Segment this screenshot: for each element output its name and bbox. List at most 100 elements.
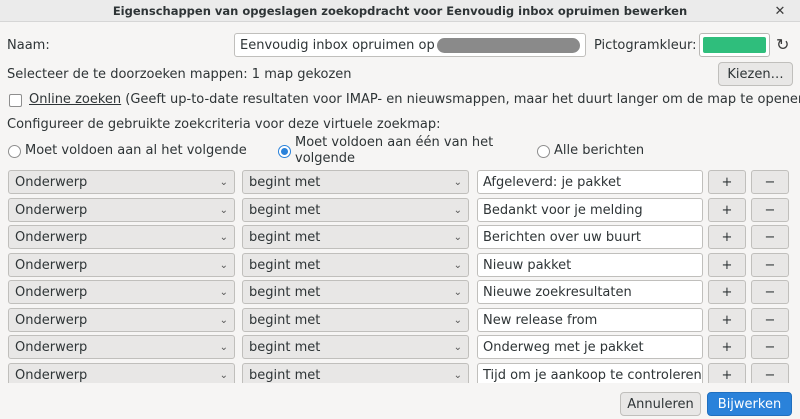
rule-value-text: New release from xyxy=(483,312,598,328)
rule-operator-select[interactable]: begint met ⌄ xyxy=(242,253,469,277)
rule-operator-value: begint met xyxy=(249,202,321,218)
add-rule-button[interactable]: + xyxy=(708,253,746,277)
match-all-label[interactable]: Moet voldoen aan al het volgende xyxy=(25,143,247,158)
add-rule-button[interactable]: + xyxy=(708,170,746,194)
chevron-down-icon: ⌄ xyxy=(219,369,228,381)
online-search-text: Online zoeken (Geeft up-to-date resultat… xyxy=(29,92,800,107)
rule-value-input[interactable]: Nieuw pakket xyxy=(477,253,703,277)
rule-value-text: Tijd om je aankoop te controleren xyxy=(483,367,702,383)
rule-row: Onderwerp ⌄ begint met ⌄ Afgeleverd: je pakk… xyxy=(8,170,792,194)
rule-value-input[interactable]: New release from xyxy=(477,308,703,332)
remove-rule-button[interactable]: − xyxy=(751,363,789,383)
rule-field-select[interactable]: Onderwerp ⌄ xyxy=(8,198,235,222)
criteria-heading: Configureer de gebruikte zoekcriteria vo… xyxy=(7,117,441,132)
cancel-button[interactable]: Annuleren xyxy=(620,392,701,416)
add-rule-button[interactable]: + xyxy=(708,225,746,249)
match-all-radio[interactable] xyxy=(8,145,21,158)
rule-field-value: Onderwerp xyxy=(15,367,88,383)
chevron-down-icon: ⌄ xyxy=(219,259,228,271)
chevron-down-icon: ⌄ xyxy=(219,231,228,243)
add-rule-button[interactable]: + xyxy=(708,280,746,304)
rule-operator-select[interactable]: begint met ⌄ xyxy=(242,363,469,383)
rule-field-value: Onderwerp xyxy=(15,339,88,355)
update-button[interactable]: Bijwerken xyxy=(707,392,792,416)
rule-field-select[interactable]: Onderwerp ⌄ xyxy=(8,363,235,383)
remove-rule-button[interactable]: − xyxy=(751,253,789,277)
rule-field-value: Onderwerp xyxy=(15,229,88,245)
remove-rule-button[interactable]: − xyxy=(751,335,789,359)
rule-value-input[interactable]: Bedankt voor je melding xyxy=(477,198,703,222)
title-bar: Eigenschappen van opgeslagen zoekopdrach… xyxy=(0,0,800,22)
folders-label: Selecteer de te doorzoeken mappen: 1 map… xyxy=(7,67,352,82)
remove-rule-button[interactable]: − xyxy=(751,280,789,304)
rule-value-input[interactable]: Berichten over uw buurt xyxy=(477,225,703,249)
name-input[interactable]: Eenvoudig inbox opruimen op xyxy=(234,33,586,57)
add-rule-button[interactable]: + xyxy=(708,363,746,383)
match-all-messages-label[interactable]: Alle berichten xyxy=(554,143,644,158)
name-label: Naam: xyxy=(7,38,50,53)
rule-row: Onderwerp ⌄ begint met ⌄ Tijd om je aankoop … xyxy=(8,363,792,383)
chevron-down-icon: ⌄ xyxy=(219,204,228,216)
close-icon[interactable]: ✕ xyxy=(772,3,788,19)
add-rule-button[interactable]: + xyxy=(708,198,746,222)
rule-operator-value: begint met xyxy=(249,339,321,355)
rule-value-input[interactable]: Onderweg met je pakket xyxy=(477,335,703,359)
add-rule-button[interactable]: + xyxy=(708,308,746,332)
reset-color-icon[interactable]: ↻ xyxy=(776,35,789,54)
chevron-down-icon: ⌄ xyxy=(453,286,462,298)
rule-value-text: Bedankt voor je melding xyxy=(483,202,643,218)
match-all-messages-radio[interactable] xyxy=(537,145,550,158)
choose-folders-button[interactable]: Kiezen… xyxy=(718,62,793,86)
rule-operator-select[interactable]: begint met ⌄ xyxy=(242,170,469,194)
rule-field-select[interactable]: Onderwerp ⌄ xyxy=(8,253,235,277)
rule-value-input[interactable]: Afgeleverd: je pakket xyxy=(477,170,703,194)
rule-operator-value: begint met xyxy=(249,284,321,300)
rule-operator-select[interactable]: begint met ⌄ xyxy=(242,280,469,304)
rule-value-input[interactable]: Tijd om je aankoop te controleren xyxy=(477,363,703,383)
rules-list: Onderwerp ⌄ begint met ⌄ Afgeleverd: je pakk… xyxy=(8,170,792,383)
chevron-down-icon: ⌄ xyxy=(219,286,228,298)
rule-operator-select[interactable]: begint met ⌄ xyxy=(242,225,469,249)
rule-row: Onderwerp ⌄ begint met ⌄ New release from + − xyxy=(8,308,792,332)
rule-row: Onderwerp ⌄ begint met ⌄ Berichten over uw b… xyxy=(8,225,792,249)
rule-operator-select[interactable]: begint met ⌄ xyxy=(242,198,469,222)
remove-rule-button[interactable]: − xyxy=(751,170,789,194)
rule-operator-select[interactable]: begint met ⌄ xyxy=(242,308,469,332)
rule-field-select[interactable]: Onderwerp ⌄ xyxy=(8,225,235,249)
online-search-checkbox[interactable] xyxy=(9,94,22,107)
rule-field-select[interactable]: Onderwerp ⌄ xyxy=(8,308,235,332)
remove-rule-button[interactable]: − xyxy=(751,225,789,249)
redacted-text xyxy=(436,37,580,53)
chevron-down-icon: ⌄ xyxy=(453,176,462,188)
rule-field-select[interactable]: Onderwerp ⌄ xyxy=(8,170,235,194)
chevron-down-icon: ⌄ xyxy=(219,314,228,326)
rule-field-value: Onderwerp xyxy=(15,202,88,218)
match-any-radio[interactable] xyxy=(278,145,291,158)
icon-color-swatch xyxy=(703,37,766,53)
online-search-label[interactable]: Online zoeken xyxy=(29,92,121,107)
rule-row: Onderwerp ⌄ begint met ⌄ Onderweg met je pak… xyxy=(8,335,792,359)
chevron-down-icon: ⌄ xyxy=(453,204,462,216)
chevron-down-icon: ⌄ xyxy=(453,369,462,381)
chevron-down-icon: ⌄ xyxy=(219,341,228,353)
add-rule-button[interactable]: + xyxy=(708,335,746,359)
remove-rule-button[interactable]: − xyxy=(751,308,789,332)
rule-operator-select[interactable]: begint met ⌄ xyxy=(242,335,469,359)
rule-field-select[interactable]: Onderwerp ⌄ xyxy=(8,335,235,359)
icon-color-button[interactable] xyxy=(699,33,770,57)
match-any-label[interactable]: Moet voldoen aan één van het volgende xyxy=(295,135,493,167)
rule-row: Onderwerp ⌄ begint met ⌄ Nieuwe zoekresultat… xyxy=(8,280,792,304)
rule-value-text: Berichten over uw buurt xyxy=(483,229,642,245)
rule-field-select[interactable]: Onderwerp ⌄ xyxy=(8,280,235,304)
rule-field-value: Onderwerp xyxy=(15,257,88,273)
rule-operator-value: begint met xyxy=(249,367,321,383)
rule-field-value: Onderwerp xyxy=(15,312,88,328)
rule-field-value: Onderwerp xyxy=(15,284,88,300)
remove-rule-button[interactable]: − xyxy=(751,198,789,222)
rule-value-input[interactable]: Nieuwe zoekresultaten xyxy=(477,280,703,304)
rule-row: Onderwerp ⌄ begint met ⌄ Nieuw pakket + − xyxy=(8,253,792,277)
rule-value-text: Afgeleverd: je pakket xyxy=(483,174,622,190)
chevron-down-icon: ⌄ xyxy=(453,231,462,243)
window-title: Eigenschappen van opgeslagen zoekopdrach… xyxy=(112,3,688,18)
rule-field-value: Onderwerp xyxy=(15,174,88,190)
